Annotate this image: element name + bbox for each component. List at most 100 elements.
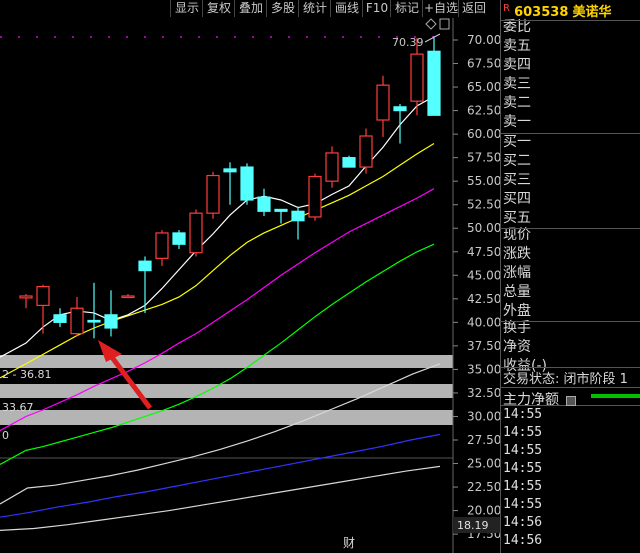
order-row-label-17: 净资 bbox=[503, 339, 531, 355]
tick-time-7: 14:56 bbox=[503, 533, 543, 548]
trade-status: 交易状态: 闭市阶段 1 bbox=[503, 372, 628, 387]
max-price-label: 70.39 bbox=[392, 36, 424, 49]
price-tick-label-6: 55.00 bbox=[467, 174, 500, 188]
toolbar: 显示 复权 叠加 多股 统计 画线 F10 标记 +自选 返回 bbox=[0, 0, 500, 18]
order-row-label-2: 卖四 bbox=[503, 57, 531, 73]
candle-body-12[interactable] bbox=[223, 168, 237, 173]
price-tick-label-17: 27.50 bbox=[467, 433, 500, 447]
order-row-label-6: 买一 bbox=[503, 134, 531, 150]
toolbar-button-6[interactable]: F10 bbox=[362, 0, 391, 17]
price-tick-label-14: 35.00 bbox=[467, 362, 500, 376]
toolbar-button-2[interactable]: 叠加 bbox=[234, 0, 267, 17]
bottom-label: 财 bbox=[343, 536, 355, 550]
order-row-label-0: 委比 bbox=[503, 19, 531, 35]
price-tick-label-16: 30.00 bbox=[467, 409, 500, 423]
price-tick-label-19: 22.50 bbox=[467, 480, 500, 494]
price-tick-label-4: 60.00 bbox=[467, 127, 500, 141]
price-tick-label-2: 65.00 bbox=[467, 80, 500, 94]
price-tick-label-3: 62.50 bbox=[467, 104, 500, 118]
candle-body-0[interactable] bbox=[19, 295, 33, 299]
candle-body-1[interactable] bbox=[36, 285, 50, 307]
candle-body-5[interactable] bbox=[104, 314, 118, 329]
order-row-label-5: 卖一 bbox=[503, 114, 531, 130]
order-row-label-3: 卖三 bbox=[503, 76, 531, 92]
candle-body-15[interactable] bbox=[274, 208, 288, 212]
stock-badge: R bbox=[503, 3, 510, 14]
stock-name: 美诺华 bbox=[572, 5, 612, 20]
toolbar-button-1[interactable]: 复权 bbox=[202, 0, 235, 17]
price-tick-label-5: 57.50 bbox=[467, 151, 500, 165]
order-row-label-8: 买三 bbox=[503, 172, 531, 188]
tick-time-3: 14:55 bbox=[503, 461, 543, 476]
order-row-label-14: 总量 bbox=[503, 284, 531, 300]
tick-time-4: 14:55 bbox=[503, 479, 543, 494]
candle-body-16[interactable] bbox=[291, 210, 305, 222]
candle-body-24[interactable] bbox=[427, 50, 441, 116]
left-label-1: 33.67 bbox=[2, 401, 34, 414]
diamond-icon[interactable] bbox=[425, 18, 437, 30]
candle-body-18[interactable] bbox=[325, 152, 339, 182]
tick-time-0: 14:55 bbox=[503, 407, 543, 422]
panel-separator-1 bbox=[501, 133, 640, 134]
panel-separator-3 bbox=[501, 321, 640, 322]
quote-panel: R 603538 美诺华 委比 卖五 卖四 卖三 卖二 卖一 买一 买二 买三 买四 买五 现价 涨跌涨… bbox=[500, 0, 640, 553]
ma30-line bbox=[0, 243, 435, 465]
window-icon[interactable] bbox=[439, 18, 450, 30]
order-row-label-16: 换手 bbox=[503, 320, 531, 336]
main-net-label: 主力净额 bbox=[503, 392, 559, 408]
tick-time-6: 14:56 bbox=[503, 515, 543, 530]
toolbar-button-7[interactable]: 标记 bbox=[390, 0, 423, 17]
kline-chart[interactable]: 70.00 67.50 65.00 62.50 60.00 57.50 55.00 52.50… bbox=[0, 18, 500, 553]
tick-time-2: 14:55 bbox=[503, 443, 543, 458]
candle-body-11[interactable] bbox=[206, 174, 220, 214]
toolbar-button-3[interactable]: 多股 bbox=[266, 0, 299, 17]
toolbar-button-0[interactable]: 显示 bbox=[170, 0, 203, 17]
candle-body-22[interactable] bbox=[393, 106, 407, 112]
toolbar-button-4[interactable]: 统计 bbox=[298, 0, 331, 17]
candle-body-7[interactable] bbox=[138, 260, 152, 272]
panel-separator-0 bbox=[501, 20, 640, 21]
tick-time-1: 14:55 bbox=[503, 425, 543, 440]
toolbar-button-9[interactable]: 返回 bbox=[458, 0, 489, 17]
price-tick-label-1: 67.50 bbox=[467, 57, 500, 71]
expand-icon[interactable] bbox=[566, 395, 577, 406]
candle-body-6[interactable] bbox=[121, 295, 135, 299]
price-tick-label-9: 47.50 bbox=[467, 245, 500, 259]
order-row-label-12: 涨跌 bbox=[503, 246, 531, 262]
candle-body-3[interactable] bbox=[70, 307, 84, 335]
candle-body-13[interactable] bbox=[240, 166, 254, 201]
candle-body-14[interactable] bbox=[257, 196, 271, 212]
gray-band-2 bbox=[0, 410, 453, 425]
candle-body-17[interactable] bbox=[308, 175, 322, 218]
candle-body-9[interactable] bbox=[172, 232, 186, 245]
order-row-label-1: 卖五 bbox=[503, 38, 531, 54]
main-net-bar bbox=[591, 394, 640, 398]
candle-body-2[interactable] bbox=[53, 314, 67, 323]
price-tick-label-12: 40.00 bbox=[467, 315, 500, 329]
price-tick-label-7: 52.50 bbox=[467, 198, 500, 212]
left-label-2: 0 bbox=[2, 429, 9, 442]
price-tick-label-13: 37.50 bbox=[467, 339, 500, 353]
candle-body-20[interactable] bbox=[359, 135, 373, 168]
ma-long-blue-line bbox=[0, 433, 441, 518]
candle-body-8[interactable] bbox=[155, 232, 169, 259]
order-row-label-4: 卖二 bbox=[503, 95, 531, 111]
candle-body-4[interactable] bbox=[87, 319, 101, 323]
toolbar-button-8[interactable]: +自选 bbox=[422, 0, 459, 17]
candle-body-23[interactable] bbox=[410, 53, 424, 102]
ma-long-white2-line bbox=[0, 465, 441, 531]
price-tick-label-8: 50.00 bbox=[467, 221, 500, 235]
toolbar-button-5[interactable]: 画线 bbox=[330, 0, 363, 17]
price-tick-label-15: 32.50 bbox=[467, 386, 500, 400]
order-row-label-9: 买四 bbox=[503, 191, 531, 207]
order-row-label-7: 买二 bbox=[503, 153, 531, 169]
candle-body-19[interactable] bbox=[342, 157, 356, 168]
price-tick-label-18: 25.00 bbox=[467, 457, 500, 471]
price-tick-label-11: 42.50 bbox=[467, 292, 500, 306]
main-net-row: 主力净额 bbox=[503, 389, 640, 408]
candle-body-10[interactable] bbox=[189, 212, 203, 254]
tick-time-5: 14:55 bbox=[503, 497, 543, 512]
max-price-pointer bbox=[424, 33, 441, 43]
candle-body-21[interactable] bbox=[376, 84, 390, 121]
price-tick-label-0: 70.00 bbox=[467, 33, 500, 47]
